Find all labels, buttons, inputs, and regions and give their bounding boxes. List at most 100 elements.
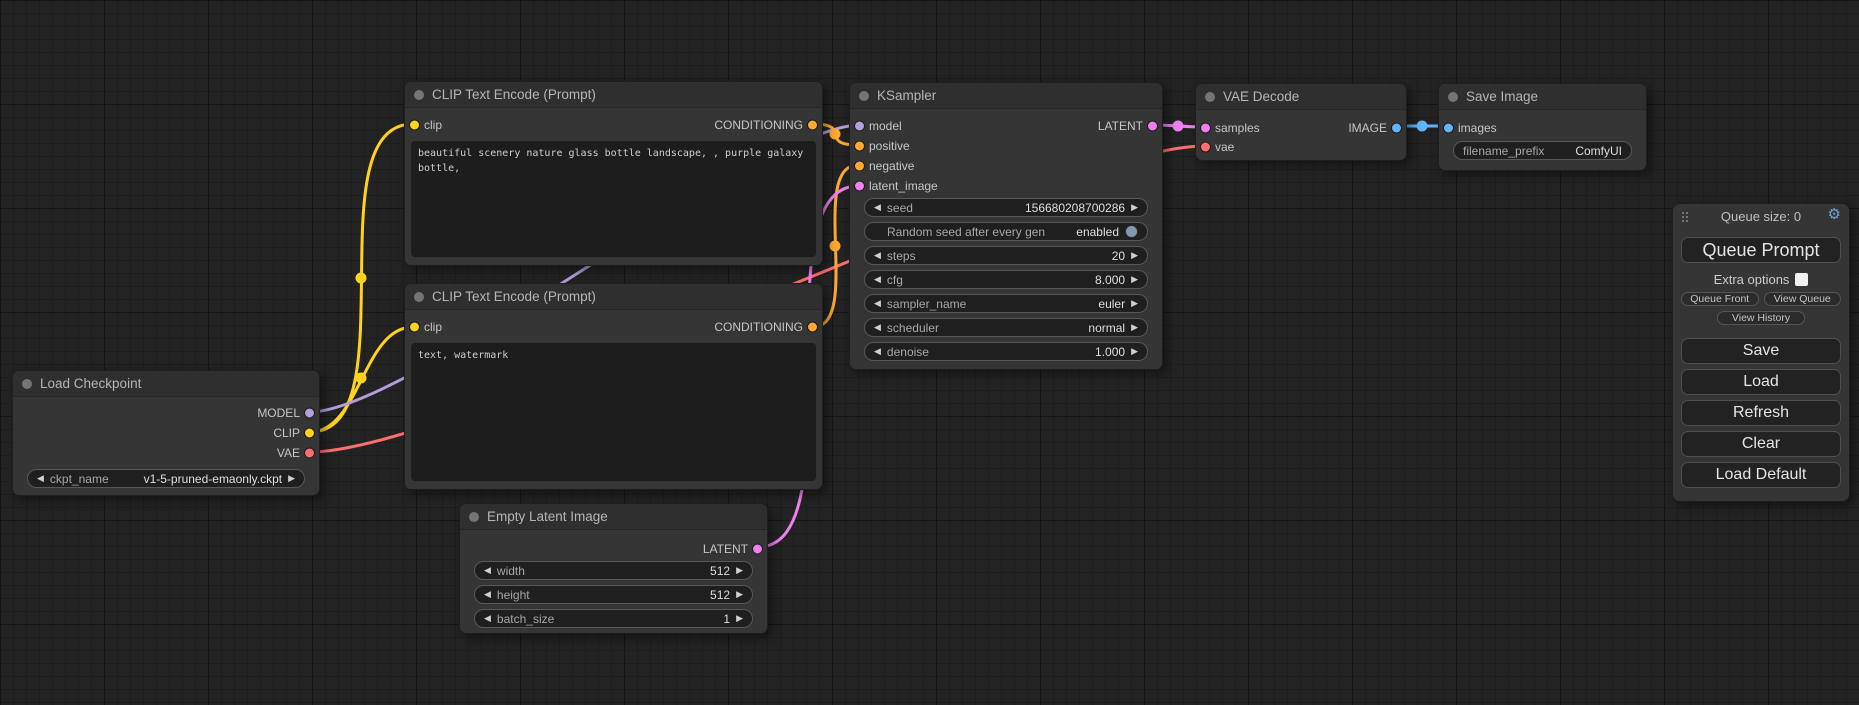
conditioning-port-icon[interactable] — [808, 323, 817, 332]
node-clip-text-encode-negative[interactable]: CLIP Text Encode (Prompt) clip CONDITION… — [404, 283, 823, 490]
collapse-dot-icon[interactable] — [414, 292, 424, 302]
collapse-dot-icon[interactable] — [1205, 92, 1215, 102]
link-dot-image[interactable] — [1417, 121, 1428, 132]
vae-port-icon[interactable] — [1201, 142, 1210, 151]
decrement-arrow-icon[interactable]: ◀ — [484, 590, 491, 599]
node-empty-latent-image[interactable]: Empty Latent Image LATENT ◀ width 512 ▶ … — [459, 503, 768, 634]
increment-arrow-icon[interactable]: ▶ — [288, 474, 295, 483]
increment-arrow-icon[interactable]: ▶ — [736, 566, 743, 575]
height-widget[interactable]: ◀ height 512 ▶ — [474, 585, 753, 604]
view-history-button[interactable]: View History — [1717, 311, 1805, 325]
increment-arrow-icon[interactable]: ▶ — [1131, 203, 1138, 212]
settings-gear-icon[interactable]: ⚙ — [1828, 207, 1841, 222]
node-load-checkpoint[interactable]: Load Checkpoint MODEL CLIP VAE ◀ ckpt_na… — [12, 370, 320, 496]
node-title-bar[interactable]: CLIP Text Encode (Prompt) — [405, 284, 822, 310]
clip-port-icon[interactable] — [410, 323, 419, 332]
load-default-button[interactable]: Load Default — [1681, 462, 1841, 488]
decrement-arrow-icon[interactable]: ◀ — [874, 347, 881, 356]
node-title-bar[interactable]: Empty Latent Image — [460, 504, 767, 530]
vae-port-icon[interactable] — [305, 449, 314, 458]
link-dot-clip1[interactable] — [356, 273, 367, 284]
model-latent-row[interactable]: model LATENT — [850, 116, 1162, 136]
image-port-icon[interactable] — [1444, 123, 1453, 132]
input-slot-images[interactable]: images — [1439, 118, 1646, 137]
node-clip-text-encode-positive[interactable]: CLIP Text Encode (Prompt) clip CONDITION… — [404, 81, 823, 266]
collapse-dot-icon[interactable] — [1448, 92, 1458, 102]
cfg-widget[interactable]: ◀ cfg 8.000 ▶ — [864, 270, 1148, 289]
node-vae-decode[interactable]: VAE Decode samples IMAGE vae — [1195, 83, 1407, 161]
increment-arrow-icon[interactable]: ▶ — [1131, 251, 1138, 260]
sampler-name-widget[interactable]: ◀ sampler_name euler ▶ — [864, 294, 1148, 313]
save-button[interactable]: Save — [1681, 338, 1841, 364]
increment-arrow-icon[interactable]: ▶ — [1131, 275, 1138, 284]
queue-front-button[interactable]: Queue Front — [1681, 292, 1759, 306]
latent-port-icon[interactable] — [1148, 122, 1157, 131]
batch-size-widget[interactable]: ◀ batch_size 1 ▶ — [474, 609, 753, 628]
clip-port-icon[interactable] — [305, 429, 314, 438]
decrement-arrow-icon[interactable]: ◀ — [874, 251, 881, 260]
steps-widget[interactable]: ◀ steps 20 ▶ — [864, 246, 1148, 265]
input-slot-vae[interactable]: vae — [1196, 137, 1406, 156]
decrement-arrow-icon[interactable]: ◀ — [874, 299, 881, 308]
node-save-image[interactable]: Save Image images filename_prefix ComfyU… — [1438, 83, 1647, 171]
clip-port-icon[interactable] — [410, 121, 419, 130]
input-slot-negative[interactable]: negative — [850, 156, 1162, 176]
input-slot-latent-image[interactable]: latent_image — [850, 176, 1162, 196]
clip-conditioning-row[interactable]: clip CONDITIONING — [405, 117, 822, 133]
increment-arrow-icon[interactable]: ▶ — [1131, 347, 1138, 356]
latent-port-icon[interactable] — [855, 182, 864, 191]
model-port-icon[interactable] — [855, 122, 864, 131]
increment-arrow-icon[interactable]: ▶ — [736, 590, 743, 599]
decrement-arrow-icon[interactable]: ◀ — [484, 614, 491, 623]
samples-image-row[interactable]: samples IMAGE — [1196, 118, 1406, 137]
latent-port-icon[interactable] — [1201, 123, 1210, 132]
prompt-textarea[interactable]: text, watermark — [411, 343, 816, 481]
latent-port-icon[interactable] — [753, 544, 762, 553]
clip-conditioning-row[interactable]: clip CONDITIONING — [405, 319, 822, 335]
node-title-bar[interactable]: Load Checkpoint — [13, 371, 319, 397]
refresh-button[interactable]: Refresh — [1681, 400, 1841, 426]
input-slot-positive[interactable]: positive — [850, 136, 1162, 156]
clear-button[interactable]: Clear — [1681, 431, 1841, 457]
drag-handle-icon[interactable] — [1682, 212, 1690, 224]
output-slot-model[interactable]: MODEL — [13, 403, 319, 423]
prompt-textarea[interactable]: beautiful scenery nature glass bottle la… — [411, 141, 816, 257]
link-dot-clip2[interactable] — [356, 373, 367, 384]
view-queue-button[interactable]: View Queue — [1764, 292, 1842, 306]
scheduler-widget[interactable]: ◀ scheduler normal ▶ — [864, 318, 1148, 337]
link-dot-cond1[interactable] — [830, 129, 841, 140]
conditioning-port-icon[interactable] — [808, 121, 817, 130]
decrement-arrow-icon[interactable]: ◀ — [874, 323, 881, 332]
link-dot-cond2[interactable] — [830, 241, 841, 252]
width-widget[interactable]: ◀ width 512 ▶ — [474, 561, 753, 580]
link-dot-latent[interactable] — [1173, 121, 1184, 132]
toggle-on-icon[interactable] — [1125, 225, 1138, 238]
ckpt-name-widget[interactable]: ◀ ckpt_name v1-5-pruned-emaonly.ckpt ▶ — [27, 469, 305, 488]
output-slot-latent[interactable]: LATENT — [460, 539, 767, 558]
decrement-arrow-icon[interactable]: ◀ — [874, 203, 881, 212]
random-seed-toggle-widget[interactable]: Random seed after every gen enabled — [864, 222, 1148, 241]
seed-widget[interactable]: ◀ seed 156680208700286 ▶ — [864, 198, 1148, 217]
decrement-arrow-icon[interactable]: ◀ — [484, 566, 491, 575]
output-slot-clip[interactable]: CLIP — [13, 423, 319, 443]
queue-prompt-button[interactable]: Queue Prompt — [1681, 237, 1841, 263]
node-canvas[interactable]: Load Checkpoint MODEL CLIP VAE ◀ ckpt_na… — [0, 0, 1859, 705]
model-port-icon[interactable] — [305, 409, 314, 418]
filename-prefix-widget[interactable]: filename_prefix ComfyUI — [1453, 141, 1632, 160]
image-port-icon[interactable] — [1392, 123, 1401, 132]
increment-arrow-icon[interactable]: ▶ — [1131, 323, 1138, 332]
decrement-arrow-icon[interactable]: ◀ — [37, 474, 44, 483]
conditioning-port-icon[interactable] — [855, 162, 864, 171]
denoise-widget[interactable]: ◀ denoise 1.000 ▶ — [864, 342, 1148, 361]
decrement-arrow-icon[interactable]: ◀ — [874, 275, 881, 284]
collapse-dot-icon[interactable] — [469, 512, 479, 522]
increment-arrow-icon[interactable]: ▶ — [736, 614, 743, 623]
node-title-bar[interactable]: Save Image — [1439, 84, 1646, 110]
node-title-bar[interactable]: KSampler — [850, 83, 1162, 109]
output-slot-vae[interactable]: VAE — [13, 443, 319, 463]
collapse-dot-icon[interactable] — [414, 90, 424, 100]
node-title-bar[interactable]: VAE Decode — [1196, 84, 1406, 110]
node-title-bar[interactable]: CLIP Text Encode (Prompt) — [405, 82, 822, 108]
collapse-dot-icon[interactable] — [22, 379, 32, 389]
extra-options-checkbox[interactable] — [1795, 273, 1808, 286]
